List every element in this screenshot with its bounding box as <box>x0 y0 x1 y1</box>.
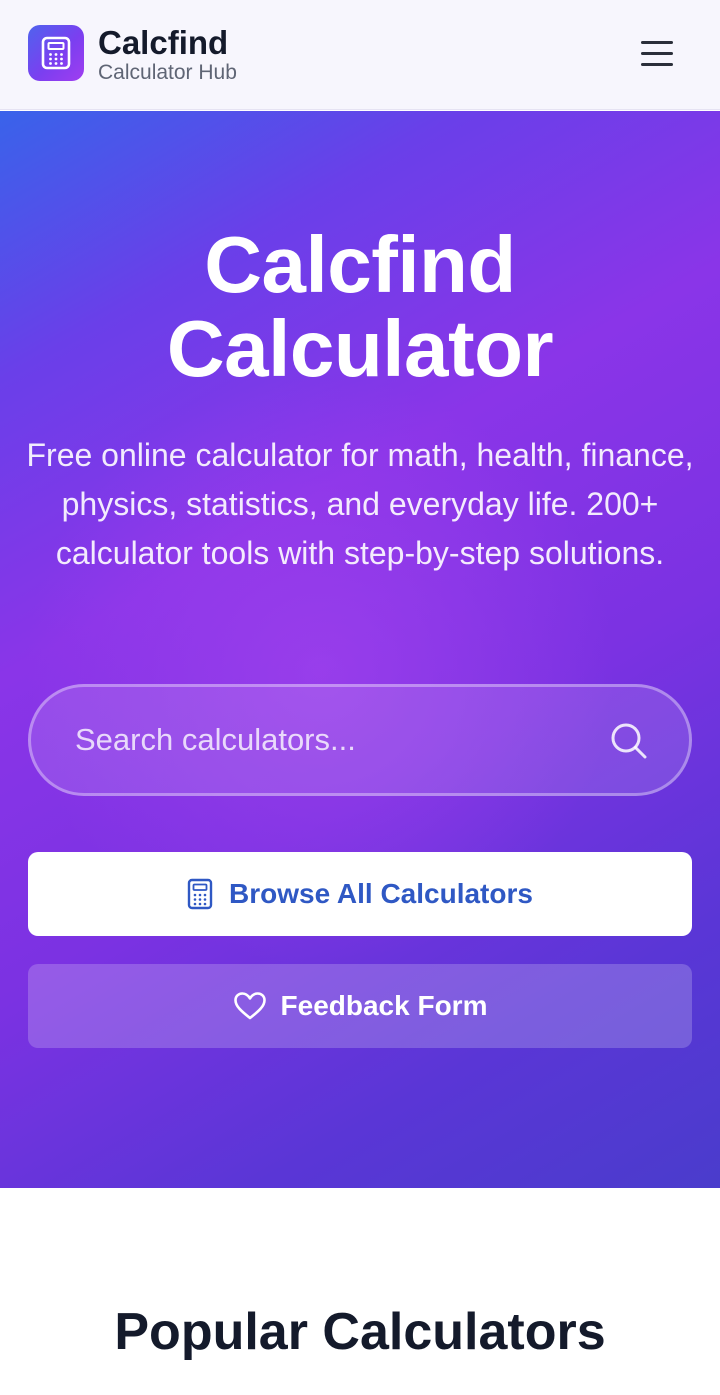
browse-all-calculators-button[interactable]: Browse All Calculators <box>28 852 692 936</box>
hero-description: Free online calculator for math, health,… <box>26 437 694 571</box>
hero-section: Calcfind Calculator Free online calculat… <box>0 111 720 1188</box>
brand-title[interactable]: Calcfind <box>98 24 228 62</box>
hero-title-line1: Calcfind <box>204 220 516 309</box>
logo[interactable] <box>28 25 84 81</box>
hamburger-menu-icon-bar <box>641 51 673 55</box>
heart-icon <box>233 992 266 1020</box>
brand-subtitle: Calculator Hub <box>98 61 237 84</box>
site-header: Calcfind Calculator Hub <box>0 0 720 110</box>
hamburger-menu-icon-bar <box>641 40 673 44</box>
hero-title: Calcfind Calculator <box>0 223 720 391</box>
search-input[interactable] <box>75 687 595 793</box>
calculator-icon <box>41 36 71 70</box>
calculator-icon <box>187 878 213 910</box>
feedback-form-button[interactable]: Feedback Form <box>28 964 692 1048</box>
hamburger-menu-button[interactable] <box>636 33 678 73</box>
browse-all-calculators-label: Browse All Calculators <box>229 878 533 909</box>
hero-title-line2: Calculator <box>166 304 554 393</box>
popular-calculators-heading: Popular Calculators <box>114 1303 606 1361</box>
search-icon[interactable] <box>609 721 649 761</box>
feedback-form-label: Feedback Form <box>280 990 488 1021</box>
search-bar <box>28 684 692 796</box>
hamburger-menu-icon-bar <box>641 62 673 66</box>
